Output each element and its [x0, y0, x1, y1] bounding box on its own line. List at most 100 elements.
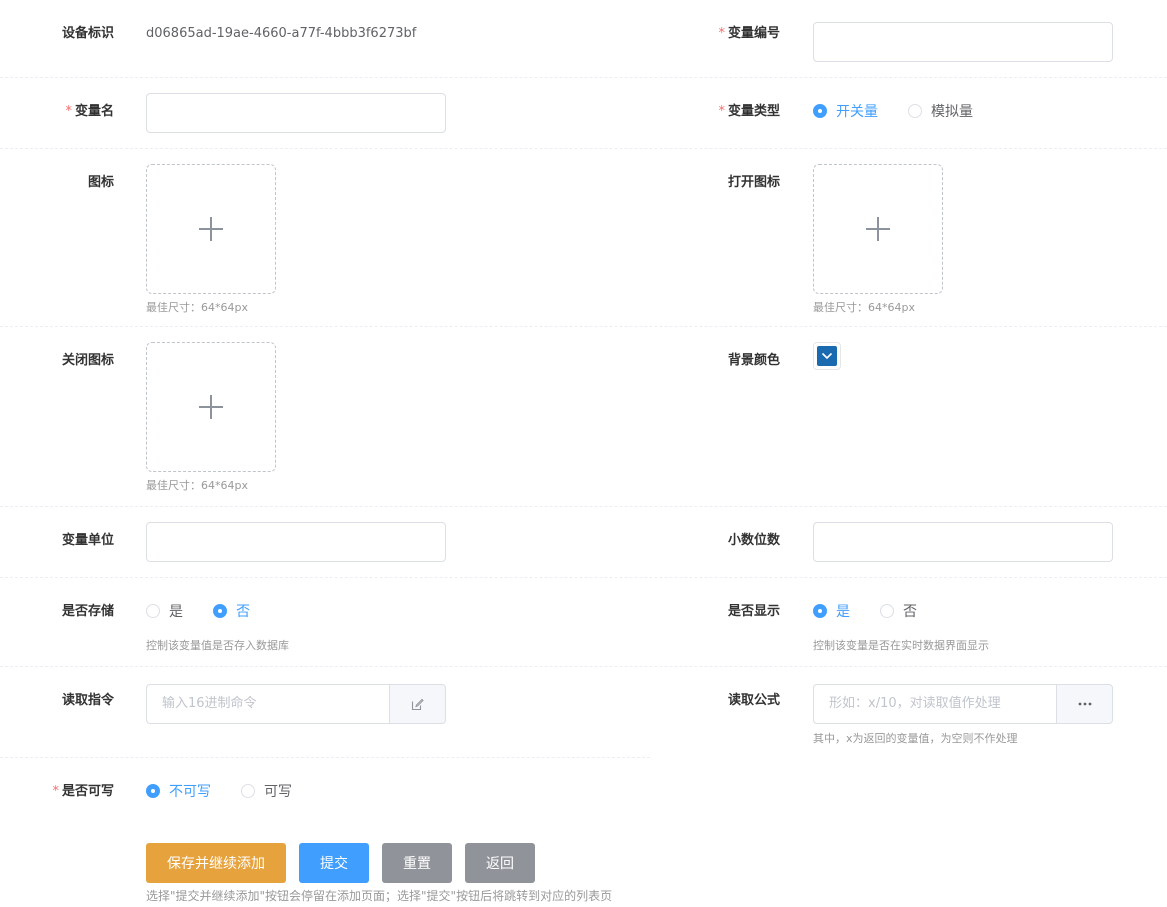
is-writable-label: * 是否可写 — [14, 780, 114, 799]
read-command-input[interactable]: 输入16进制命令 — [146, 684, 389, 724]
radio-dot — [146, 604, 160, 618]
variable-type-label-text: 变量类型 — [727, 104, 780, 119]
is-writable-radio-group: 不可写 可写 — [146, 774, 322, 808]
icon-upload[interactable] — [146, 164, 276, 294]
radio-analog[interactable]: 模拟量 — [908, 101, 973, 121]
device-id-label: 设备标识 — [61, 26, 114, 41]
device-id-value: d06865ad-19ae-4660-a77f-4bbb3f6273bf — [146, 26, 417, 41]
radio-label: 是 — [169, 604, 183, 620]
bg-color-label: 背景颜色 — [727, 353, 780, 368]
variable-code-label: * 变量编号 — [680, 22, 780, 41]
form-row: 图标 最佳尺寸：64*64px 打开图标 最佳尺寸：64*64px — [0, 149, 1167, 327]
read-formula-item: 读取公式 形如：x/10，对读取值作处理 其中，x为返回的变量值，为空则不作处理 — [650, 667, 1167, 758]
is-displayed-radio-group: 是 否 — [813, 594, 989, 628]
is-stored-label: 是否存储 — [61, 604, 114, 619]
submit-button[interactable]: 提交 — [299, 843, 369, 883]
open-icon-label: 打开图标 — [727, 175, 780, 190]
chevron-down-icon — [821, 352, 833, 360]
radio-dot — [213, 604, 227, 618]
plus-icon — [866, 217, 890, 241]
form-row: 设备标识 d06865ad-19ae-4660-a77f-4bbb3f6273b… — [0, 0, 1167, 78]
radio-writable[interactable]: 可写 — [241, 781, 292, 801]
variable-type-radio-group: 开关量 模拟量 — [813, 94, 1003, 128]
radio-store-no[interactable]: 否 — [213, 601, 250, 621]
radio-label: 否 — [236, 604, 250, 620]
radio-display-no[interactable]: 否 — [880, 601, 917, 621]
required-mark: * — [718, 104, 725, 119]
save-continue-button[interactable]: 保存并继续添加 — [146, 843, 286, 883]
required-mark: * — [718, 26, 725, 41]
is-writable-label-text: 是否可写 — [61, 784, 114, 799]
open-icon-item: 打开图标 最佳尺寸：64*64px — [650, 149, 1167, 326]
radio-dot — [908, 104, 922, 118]
radio-dot — [813, 104, 827, 118]
plus-icon — [199, 395, 223, 419]
radio-label: 模拟量 — [931, 104, 973, 120]
footer-hint: 选择"提交并继续添加"按钮会停留在添加页面；选择"提交"按钮后将跳转到对应的列表… — [146, 889, 613, 903]
icon-label: 图标 — [87, 175, 114, 190]
is-displayed-hint: 控制该变量是否在实时数据界面显示 — [813, 639, 989, 652]
variable-code-input[interactable] — [813, 22, 1113, 62]
required-mark: * — [65, 104, 72, 119]
close-icon-item: 关闭图标 最佳尺寸：64*64px — [0, 327, 650, 506]
read-formula-more-button[interactable] — [1056, 684, 1113, 724]
open-icon-upload[interactable] — [813, 164, 943, 294]
variable-type-label: * 变量类型 — [680, 100, 780, 119]
radio-label: 不可写 — [169, 784, 211, 800]
radio-label: 可写 — [264, 784, 292, 800]
is-stored-hint: 控制该变量值是否存入数据库 — [146, 639, 289, 652]
decimal-places-input[interactable] — [813, 522, 1113, 562]
close-icon-upload[interactable] — [146, 342, 276, 472]
color-swatch — [817, 346, 837, 366]
variable-unit-item: 变量单位 — [0, 507, 650, 577]
form-row: 读取指令 输入16进制命令 读取公式 形如：x/10，对读取值作处理 其中，x为… — [0, 667, 1167, 758]
icon-item: 图标 最佳尺寸：64*64px — [0, 149, 650, 326]
read-command-label: 读取指令 — [61, 693, 114, 708]
radio-not-writable[interactable]: 不可写 — [146, 781, 211, 801]
variable-name-label: * 变量名 — [14, 100, 114, 119]
required-mark: * — [52, 784, 59, 799]
form-row: 是否存储 是 否 控制该变量值是否存入数据库 是否显示 是 否 控制该变量是否在… — [0, 578, 1167, 667]
read-formula-input[interactable]: 形如：x/10，对读取值作处理 — [813, 684, 1056, 724]
close-icon-label: 关闭图标 — [61, 353, 114, 368]
read-command-input-group: 输入16进制命令 — [146, 684, 446, 724]
read-command-item: 读取指令 输入16进制命令 — [0, 667, 650, 758]
more-icon — [1078, 702, 1091, 706]
is-displayed-item: 是否显示 是 否 控制该变量是否在实时数据界面显示 — [650, 578, 1167, 666]
is-stored-radio-group: 是 否 — [146, 594, 289, 628]
variable-name-item: * 变量名 — [0, 78, 650, 148]
device-id-item: 设备标识 d06865ad-19ae-4660-a77f-4bbb3f6273b… — [0, 0, 650, 77]
is-writable-item: * 是否可写 不可写 可写 — [0, 758, 650, 828]
read-command-edit-button[interactable] — [389, 684, 446, 724]
plus-icon — [199, 217, 223, 241]
radio-display-yes[interactable]: 是 — [813, 601, 850, 621]
bg-color-item: 背景颜色 — [650, 327, 1167, 506]
decimal-places-item: 小数位数 — [650, 507, 1167, 577]
decimal-places-label: 小数位数 — [727, 533, 780, 548]
back-button[interactable]: 返回 — [465, 843, 535, 883]
radio-label: 是 — [836, 604, 850, 620]
action-buttons: 保存并继续添加 提交 重置 返回 — [146, 843, 548, 883]
variable-name-label-text: 变量名 — [74, 104, 114, 119]
edit-icon — [411, 698, 424, 710]
variable-name-input[interactable] — [146, 93, 446, 133]
radio-dot — [813, 604, 827, 618]
variable-type-item: * 变量类型 开关量 模拟量 — [650, 78, 1167, 148]
form-row: * 是否可写 不可写 可写 — [0, 758, 1167, 828]
bg-color-picker[interactable] — [813, 342, 841, 370]
icon-size-hint: 最佳尺寸：64*64px — [146, 301, 248, 314]
is-displayed-label: 是否显示 — [727, 604, 780, 619]
close-icon-size-hint: 最佳尺寸：64*64px — [146, 479, 248, 492]
radio-store-yes[interactable]: 是 — [146, 601, 183, 621]
is-stored-item: 是否存储 是 否 控制该变量值是否存入数据库 — [0, 578, 650, 666]
reset-button[interactable]: 重置 — [382, 843, 452, 883]
form-row: * 变量名 * 变量类型 开关量 模拟量 — [0, 78, 1167, 149]
read-formula-input-group: 形如：x/10，对读取值作处理 — [813, 684, 1113, 724]
variable-code-label-text: 变量编号 — [727, 26, 780, 41]
variable-unit-input[interactable] — [146, 522, 446, 562]
variable-code-item: * 变量编号 — [650, 0, 1167, 77]
radio-label: 开关量 — [836, 104, 878, 120]
radio-switch[interactable]: 开关量 — [813, 101, 878, 121]
form-row: 变量单位 小数位数 — [0, 507, 1167, 578]
radio-dot — [146, 784, 160, 798]
